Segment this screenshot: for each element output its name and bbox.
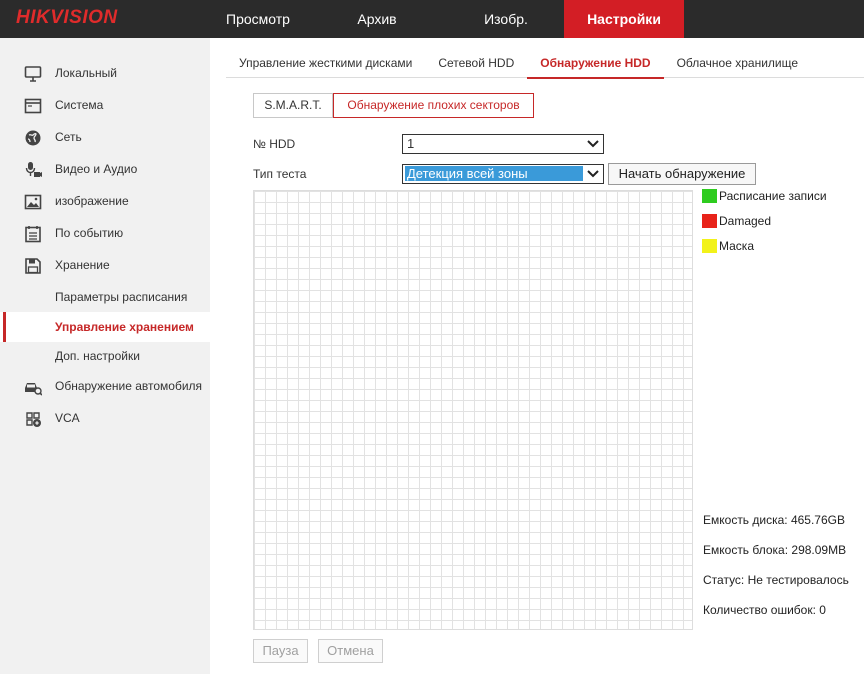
sidebar-item-vca[interactable]: VCA [0, 403, 210, 433]
nav-live-view[interactable]: Просмотр [210, 0, 306, 38]
sidebar-item-label: Видео и Аудио [55, 162, 138, 176]
sidebar-item-vehicle-detection[interactable]: Обнаружение автомобиля [0, 371, 210, 401]
tab-net-hdd[interactable]: Сетевой HDD [425, 48, 527, 78]
hikvision-logo: HIKVISION [16, 7, 118, 28]
sidebar-sub-item-storage-management[interactable]: Управление хранением [0, 312, 210, 342]
legend-label: Расписание записи [719, 189, 827, 203]
cancel-button[interactable]: Отмена [318, 639, 383, 663]
legend-label: Damaged [719, 214, 772, 228]
hdd-number-select[interactable]: 1 [402, 134, 604, 154]
nav-configuration[interactable]: Настройки [564, 0, 684, 38]
sidebar-item-image[interactable]: изображение [0, 186, 210, 216]
sidebar-item-event[interactable]: По событию [0, 218, 210, 248]
start-detection-button[interactable]: Начать обнаружение [608, 163, 756, 185]
legend-swatch-green [702, 189, 717, 203]
image-icon [24, 194, 42, 210]
system-window-icon [24, 98, 42, 114]
main-tabs: Управление жесткими дисками Сетевой HDD … [226, 48, 864, 79]
vehicle-search-icon [25, 383, 42, 396]
sector-grid [253, 190, 693, 630]
chevron-down-icon [587, 140, 599, 148]
microphone-camera-icon [25, 162, 42, 177]
hdd-number-label: № HDD [253, 137, 296, 151]
block-capacity-text: Емкость блока: 298.09MB [703, 543, 847, 557]
sidebar: Локальный Система Сеть Видео и Аудио изо… [0, 38, 210, 674]
top-nav: Просмотр Архив Изобр. Настройки [210, 0, 684, 38]
sidebar-item-local[interactable]: Локальный [0, 58, 210, 88]
sidebar-item-network[interactable]: Сеть [0, 122, 210, 152]
legend-swatch-red [702, 214, 717, 228]
sidebar-sub-item-label: Доп. настройки [55, 349, 140, 363]
sidebar-sub-item-advanced[interactable]: Доп. настройки [0, 341, 210, 371]
tab-hdd-management[interactable]: Управление жесткими дисками [226, 48, 425, 78]
globe-icon [25, 130, 41, 146]
sidebar-sub-item-label: Параметры расписания [55, 290, 188, 304]
legend-record-schedule: Расписание записи [702, 189, 827, 203]
tab-hdd-detection[interactable]: Обнаружение HDD [527, 48, 664, 79]
hdd-number-value: 1 [407, 136, 415, 151]
error-count-text: Количество ошибок: 0 [703, 603, 826, 617]
sidebar-item-label: Сеть [55, 130, 82, 144]
sidebar-item-label: Локальный [55, 66, 117, 80]
subtab-bad-sector-detection[interactable]: Обнаружение плохих секторов [333, 93, 534, 118]
disk-capacity-text: Емкость диска: 465.76GB [703, 513, 845, 527]
vca-icon [26, 412, 41, 427]
legend-swatch-yellow [702, 239, 717, 253]
sidebar-item-label: VCA [55, 411, 80, 425]
sidebar-item-label: Хранение [55, 258, 110, 272]
pause-button[interactable]: Пауза [253, 639, 308, 663]
chevron-down-icon [587, 170, 599, 178]
sidebar-item-label: Система [55, 98, 104, 112]
legend-label: Маска [719, 239, 754, 253]
legend-damaged: Damaged [702, 214, 771, 228]
test-type-value: Детекция всей зоны [405, 166, 583, 181]
status-text: Статус: Не тестировалось [703, 573, 849, 587]
sidebar-item-label: изображение [55, 194, 129, 208]
top-bar: HIKVISION Просмотр Архив Изобр. Настройк… [0, 0, 864, 38]
nav-picture[interactable]: Изобр. [448, 0, 564, 38]
test-type-label: Тип теста [253, 167, 307, 181]
sidebar-item-label: По событию [55, 226, 124, 240]
calendar-list-icon [25, 226, 41, 243]
sidebar-item-storage[interactable]: Хранение [0, 250, 210, 280]
monitor-icon [24, 66, 42, 82]
sidebar-sub-item-schedule[interactable]: Параметры расписания [0, 282, 210, 312]
sidebar-item-video-audio[interactable]: Видео и Аудио [0, 154, 210, 184]
sidebar-item-system[interactable]: Система [0, 90, 210, 120]
tab-cloud-storage[interactable]: Облачное хранилище [664, 48, 811, 78]
legend-mask: Маска [702, 239, 754, 253]
subtab-smart[interactable]: S.M.A.R.T. [253, 93, 333, 118]
nav-playback[interactable]: Архив [306, 0, 448, 38]
floppy-disk-icon [25, 258, 41, 274]
test-type-select[interactable]: Детекция всей зоны [402, 164, 604, 184]
sidebar-sub-item-label: Управление хранением [55, 320, 194, 334]
sidebar-item-label: Обнаружение автомобиля [55, 379, 203, 393]
